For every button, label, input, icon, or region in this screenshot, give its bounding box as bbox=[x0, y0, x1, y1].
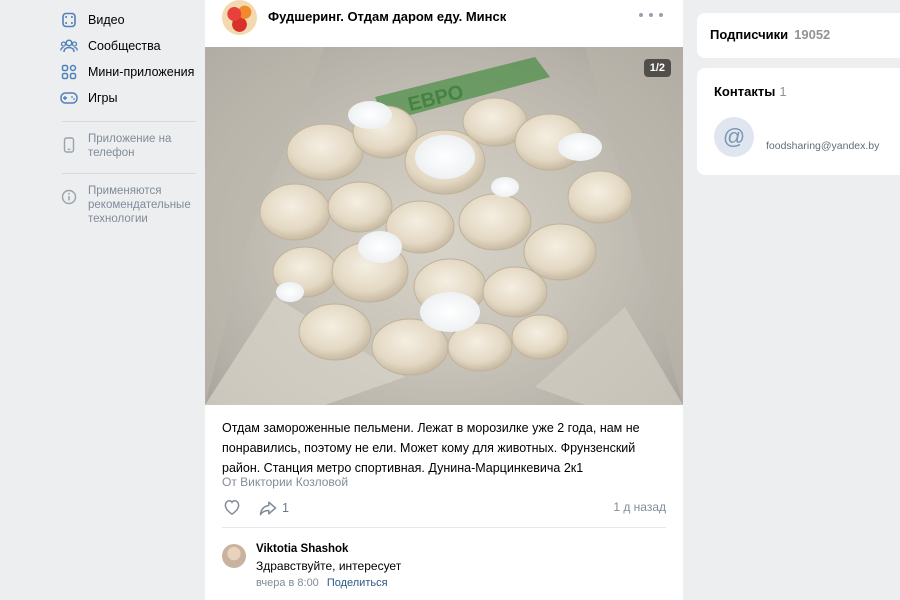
comment-meta: вчера в 8:00 Поделиться bbox=[256, 577, 388, 589]
comment-avatar[interactable] bbox=[222, 544, 246, 568]
svg-text:ЕВРО: ЕВРО bbox=[406, 81, 466, 116]
app-promo-label: Приложение на телефон bbox=[88, 133, 172, 159]
group-name-link[interactable]: Фудшеринг. Отдам даром еду. Минск bbox=[268, 9, 506, 24]
contacts-label: Контакты bbox=[714, 84, 776, 99]
communities-icon bbox=[60, 37, 78, 55]
like-button[interactable] bbox=[222, 497, 244, 519]
contacts-count: 1 bbox=[779, 84, 787, 99]
info-icon bbox=[60, 188, 78, 206]
comment-time[interactable]: вчера в 8:00 bbox=[256, 577, 319, 589]
sidebar-item-label: Мини-приложения bbox=[88, 65, 195, 79]
heart-icon bbox=[224, 499, 240, 515]
contacts-card: Контакты 1 @ foodsharing@yandex.by bbox=[697, 68, 900, 175]
share-button[interactable]: 1 bbox=[258, 497, 289, 519]
video-icon bbox=[60, 11, 78, 29]
comment-share-link[interactable]: Поделиться bbox=[327, 577, 388, 589]
mini-apps-icon bbox=[60, 63, 78, 81]
group-avatar[interactable] bbox=[222, 0, 257, 35]
phone-icon bbox=[60, 136, 78, 154]
post-text: Отдам замороженные пельмени. Лежат в мор… bbox=[222, 421, 640, 475]
post-header: Фудшеринг. Отдам даром еду. Минск bbox=[205, 0, 683, 40]
contact-email-link[interactable]: foodsharing@yandex.by bbox=[766, 140, 879, 152]
dumplings-image: ЕВРО bbox=[205, 47, 683, 405]
subscribers-count: 19052 bbox=[794, 27, 831, 42]
subscribers-card: Подписчики 19052 bbox=[697, 13, 900, 58]
subscribers-link[interactable]: Подписчики 19052 bbox=[710, 27, 830, 42]
post-author-link[interactable]: От Виктории Козловой bbox=[222, 475, 348, 489]
sidebar-item-communities[interactable]: Сообщества bbox=[60, 34, 161, 58]
app-promo-link[interactable]: Приложение на телефон bbox=[60, 132, 198, 160]
sidebar-item-label: Игры bbox=[88, 91, 118, 105]
comment-author[interactable]: Viktotia Shashok bbox=[256, 543, 348, 555]
comment-text: Здравствуйте, интересует bbox=[256, 559, 402, 573]
more-options-icon[interactable] bbox=[639, 8, 663, 22]
sidebar-item-video[interactable]: Видео bbox=[60, 8, 125, 32]
share-count: 1 bbox=[282, 501, 289, 515]
share-icon bbox=[259, 501, 277, 516]
post-card: Фудшеринг. Отдам даром еду. Минск ЕВРО 1… bbox=[205, 0, 683, 600]
comments-divider bbox=[222, 527, 666, 528]
sidebar-divider bbox=[62, 121, 196, 122]
post-time[interactable]: 1 д назад bbox=[613, 500, 666, 514]
subscribers-label: Подписчики bbox=[710, 27, 789, 42]
sidebar-item-label: Видео bbox=[88, 13, 125, 27]
sidebar-item-label: Сообщества bbox=[88, 39, 161, 53]
recommendations-note[interactable]: Применяются рекомендательные технологии bbox=[60, 184, 198, 226]
sidebar-divider bbox=[62, 173, 196, 174]
games-icon bbox=[60, 89, 78, 107]
contacts-header[interactable]: Контакты 1 bbox=[714, 84, 787, 99]
sidebar-item-games[interactable]: Игры bbox=[60, 86, 117, 110]
sidebar-item-mini-apps[interactable]: Мини-приложения bbox=[60, 60, 194, 84]
at-sign-icon: @ bbox=[714, 117, 754, 157]
left-sidebar: Видео Сообщества Мини-приложения Игры Пр… bbox=[0, 0, 200, 600]
recommendations-label: Применяются рекомендательные технологии bbox=[88, 185, 191, 225]
photo-counter: 1/2 bbox=[643, 59, 671, 77]
post-photo[interactable]: ЕВРО 1/2 bbox=[205, 47, 683, 405]
